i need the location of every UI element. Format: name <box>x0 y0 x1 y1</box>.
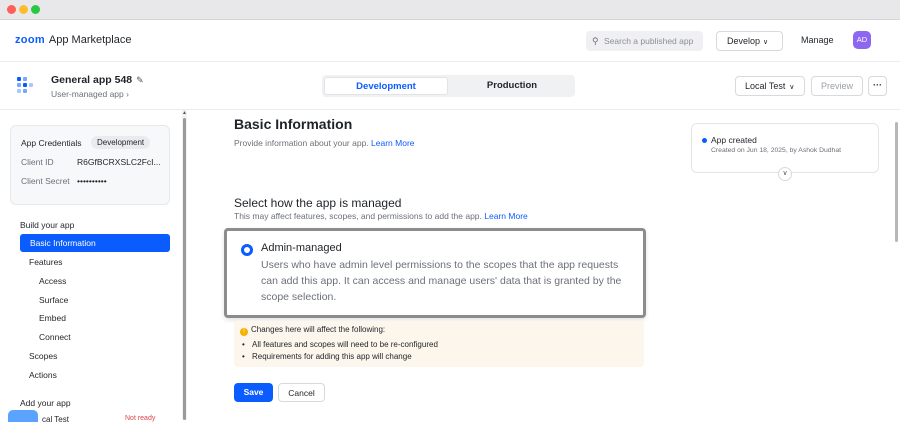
warning-item: Requirements for adding this app will ch… <box>242 352 412 361</box>
learn-more-link[interactable]: Learn More <box>371 138 414 148</box>
section-title: Select how the app is managed <box>234 196 402 210</box>
credentials-title: App Credentials <box>21 138 82 148</box>
floating-widget[interactable] <box>8 410 38 422</box>
admin-managed-radio[interactable] <box>241 244 253 256</box>
search-placeholder: Search a published app <box>604 36 694 46</box>
activity-title: App created <box>711 135 757 145</box>
environment-tabs: Development Production <box>322 75 575 97</box>
change-warning-box: ! Changes here will affect the following:… <box>234 321 644 367</box>
save-button[interactable]: Save <box>234 383 273 402</box>
chevron-down-icon: ∨ <box>763 39 769 46</box>
option-title: Admin-managed <box>261 242 342 254</box>
chevron-right-icon: › <box>126 89 129 99</box>
app-header: General app 548 ✎ User-managed app › Deve… <box>0 62 900 110</box>
warning-item: All features and scopes will need to be … <box>242 340 438 349</box>
environment-badge: Development <box>91 136 151 149</box>
marketplace-logo[interactable]: zoom App Marketplace <box>15 34 131 46</box>
local-test-dropdown[interactable]: Local Test ∨ <box>735 76 805 96</box>
main-content: Basic Information Provide information ab… <box>187 110 900 420</box>
search-input[interactable]: ⚲ Search a published app <box>586 31 703 51</box>
page-description-text: Provide information about your app. <box>234 138 369 148</box>
develop-label: Develop <box>727 36 761 46</box>
learn-more-link-2[interactable]: Learn More <box>484 211 527 221</box>
close-window-button[interactable] <box>7 5 16 14</box>
search-icon: ⚲ <box>592 36 599 46</box>
app-name-text: General app 548 <box>51 74 133 86</box>
sidebar-item-embed[interactable]: Embed <box>39 313 66 323</box>
client-id-value[interactable]: R6GfBCRXSLC2FcI... <box>77 157 163 167</box>
cancel-button[interactable]: Cancel <box>278 383 325 402</box>
page-title: Basic Information <box>234 116 353 132</box>
sidebar-item-actions[interactable]: Actions <box>29 370 57 380</box>
sidebar-item-access[interactable]: Access <box>39 276 66 286</box>
manage-link[interactable]: Manage <box>801 35 834 45</box>
minimize-window-button[interactable] <box>19 5 28 14</box>
add-your-app-heading: Add your app <box>20 398 71 408</box>
chevron-down-icon: ∨ <box>787 84 795 91</box>
app-type-text: User-managed app <box>51 89 124 99</box>
develop-dropdown[interactable]: Develop ∨ <box>716 31 783 51</box>
section-description-text: This may affect features, scopes, and pe… <box>234 211 482 221</box>
warning-icon: ! <box>240 328 248 336</box>
sidebar-item-features[interactable]: Features <box>29 257 63 267</box>
build-your-app-heading: Build your app <box>20 220 75 230</box>
page-description: Provide information about your app. Lear… <box>234 138 415 148</box>
app-name: General app 548 ✎ <box>51 74 144 86</box>
warning-title: ! Changes here will affect the following: <box>240 325 385 336</box>
local-test-label: Local Test <box>745 81 786 91</box>
sidebar-item-surface[interactable]: Surface <box>39 295 68 305</box>
main-scrollbar[interactable] <box>892 110 900 420</box>
more-options-button[interactable]: ··· <box>868 76 887 96</box>
status-badge: Not ready <box>125 415 156 422</box>
activity-subtitle: Created on Jun 18, 2025, by Ashok Dudhat <box>711 147 841 154</box>
app-logo-icon <box>17 77 35 93</box>
client-id-label: Client ID <box>21 157 54 167</box>
app-credentials-card: App Credentials Development Client ID R6… <box>10 125 170 205</box>
maximize-window-button[interactable] <box>31 5 40 14</box>
admin-managed-option[interactable]: Admin-managed Users who have admin level… <box>224 228 646 318</box>
marketplace-wordmark: App Marketplace <box>48 34 132 46</box>
option-description: Users who have admin level permissions t… <box>261 259 622 303</box>
sidebar: App Credentials Development Client ID R6… <box>0 110 182 424</box>
activity-dot <box>702 138 707 143</box>
sidebar-item-basic-information[interactable]: Basic Information <box>20 234 170 252</box>
tab-development[interactable]: Development <box>324 77 448 95</box>
sidebar-scrollbar-thumb[interactable] <box>183 118 186 420</box>
main-scrollbar-thumb[interactable] <box>895 122 898 242</box>
warning-title-text: Changes here will affect the following: <box>251 325 386 334</box>
activity-card: App created Created on Jun 18, 2025, by … <box>691 123 879 181</box>
avatar[interactable]: AD <box>853 31 871 49</box>
preview-button[interactable]: Preview <box>811 76 863 96</box>
sidebar-item-scopes[interactable]: Scopes <box>29 351 57 361</box>
client-secret-value[interactable]: •••••••••• <box>77 176 163 186</box>
window-titlebar <box>0 0 900 20</box>
client-secret-label: Client Secret <box>21 176 70 186</box>
sidebar-item-connect[interactable]: Connect <box>39 332 71 342</box>
tab-production[interactable]: Production <box>452 77 572 95</box>
app-type[interactable]: User-managed app › <box>51 89 129 99</box>
top-navigation: zoom App Marketplace ⚲ Search a published… <box>0 20 900 62</box>
edit-pencil-icon[interactable]: ✎ <box>136 75 144 85</box>
chevron-down-icon[interactable]: ∨ <box>778 167 792 181</box>
zoom-wordmark: zoom <box>15 34 45 46</box>
section-description: This may affect features, scopes, and pe… <box>234 211 528 221</box>
